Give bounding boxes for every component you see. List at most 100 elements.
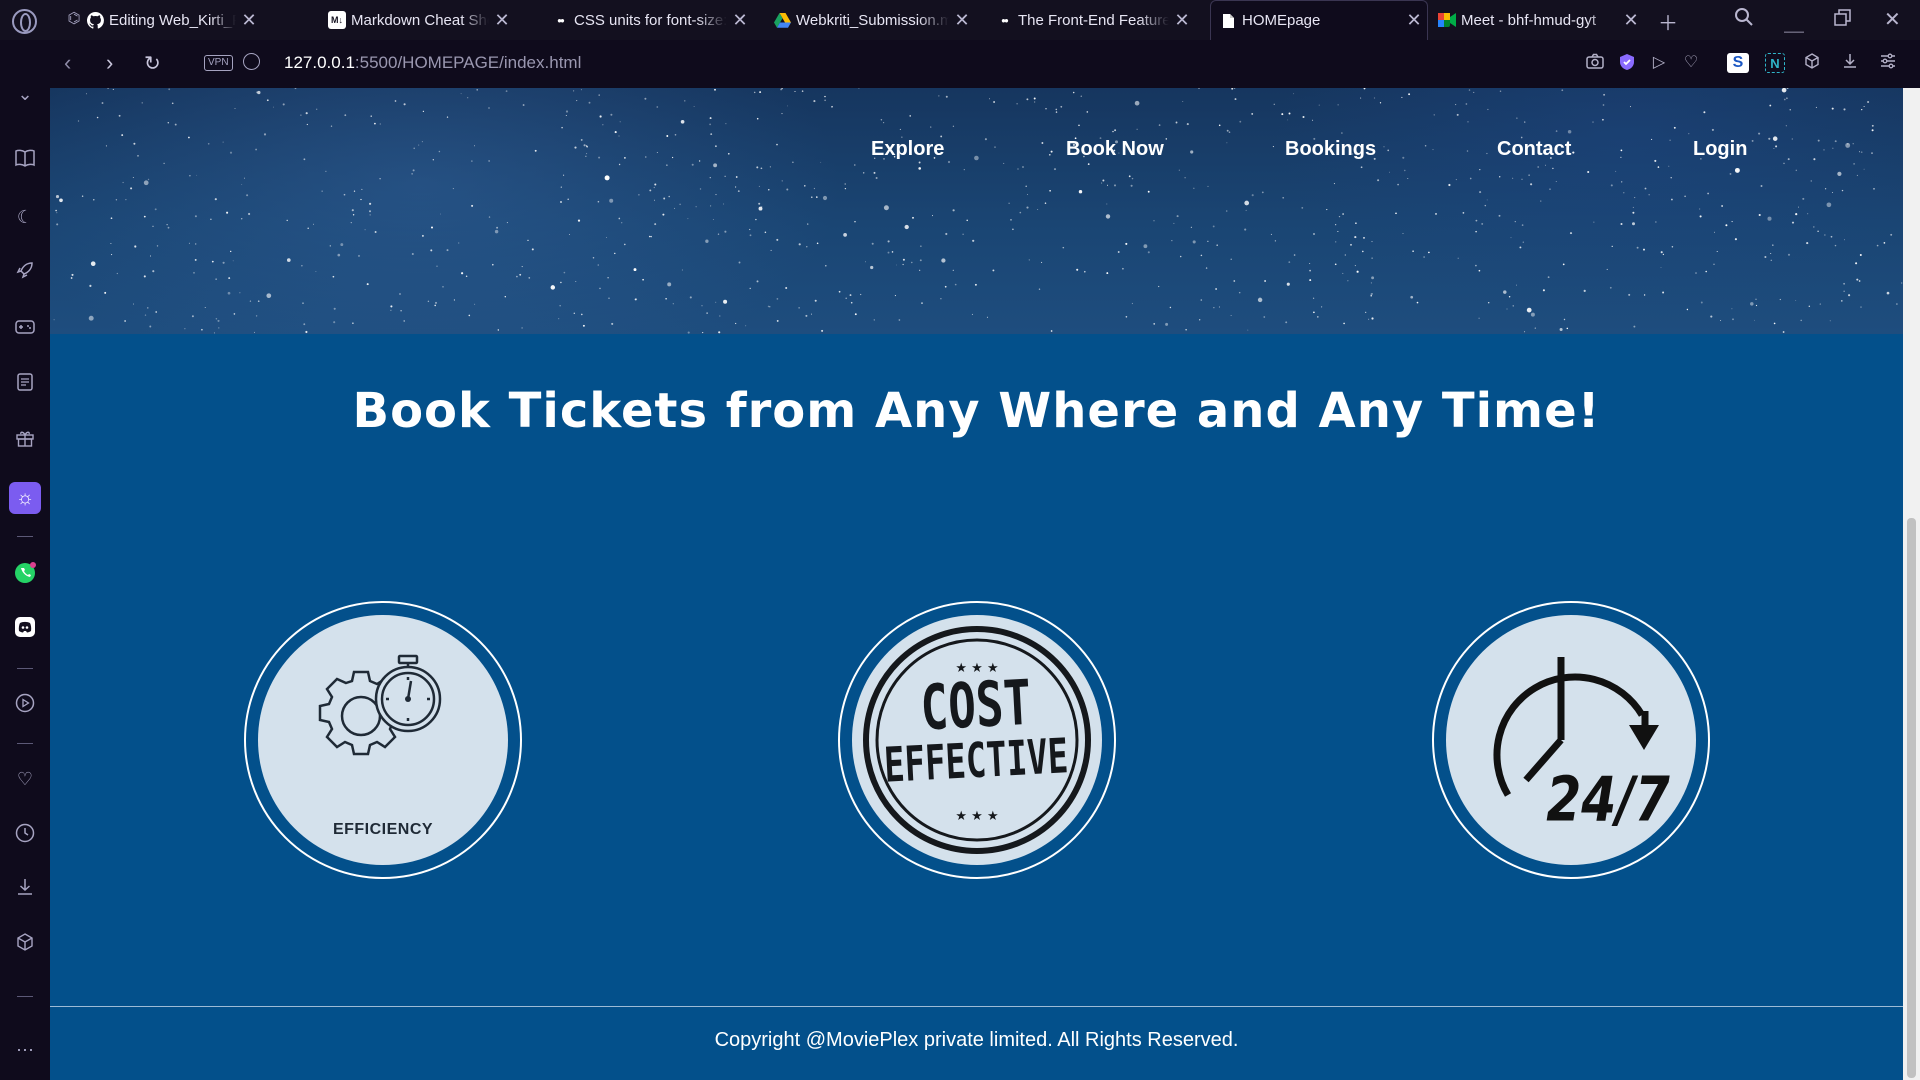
- back-icon[interactable]: ‹: [64, 50, 71, 76]
- vpn-badge[interactable]: VPN: [204, 55, 233, 71]
- star: [825, 264, 827, 267]
- close-icon[interactable]: ✕: [1618, 10, 1644, 31]
- tab-5-active[interactable]: HOMEpage ✕: [1210, 0, 1428, 40]
- close-icon[interactable]: ✕: [1169, 10, 1195, 31]
- player-play-icon[interactable]: [13, 693, 37, 717]
- aria-sun-icon[interactable]: ☼: [9, 482, 41, 514]
- star: [1592, 121, 1594, 123]
- heart-icon[interactable]: ♡: [1681, 53, 1701, 73]
- notes-icon[interactable]: [13, 373, 37, 397]
- star: [1755, 298, 1757, 300]
- heart-icon[interactable]: ♡: [13, 767, 37, 791]
- extensions-cube-icon[interactable]: [13, 933, 37, 957]
- nav-explore[interactable]: Explore: [871, 138, 944, 161]
- nav-book-now[interactable]: Book Now: [1066, 138, 1164, 161]
- star: [1247, 329, 1249, 331]
- star: [442, 286, 444, 288]
- discord-icon[interactable]: [13, 616, 37, 640]
- star: [352, 322, 354, 324]
- extension-s-icon[interactable]: S: [1727, 53, 1749, 73]
- easy-setup-icon[interactable]: [1878, 53, 1898, 73]
- tab-2[interactable]: ●● CSS units for font-size: ✕: [551, 0, 753, 40]
- star: [1890, 233, 1893, 236]
- close-window-icon[interactable]: ✕: [1884, 7, 1901, 32]
- star: [709, 123, 711, 126]
- tab-6[interactable]: Meet - bhf-hmud-gyt ✕: [1438, 0, 1644, 40]
- star: [1410, 295, 1414, 299]
- nav-contact[interactable]: Contact: [1497, 138, 1571, 161]
- star: [1808, 305, 1811, 308]
- history-clock-icon[interactable]: [13, 823, 37, 847]
- star: [1282, 196, 1285, 199]
- send-flow-icon[interactable]: ▷: [1649, 53, 1669, 73]
- star: [1786, 97, 1788, 100]
- tab-0[interactable]: Editing Web_Kirti_Proje ✕: [86, 0, 262, 40]
- nav-bookings[interactable]: Bookings: [1285, 138, 1376, 161]
- tab-3[interactable]: Webkriti_Submission.m ✕: [773, 0, 975, 40]
- adblock-shield-icon[interactable]: [1617, 53, 1637, 73]
- star: [786, 188, 789, 191]
- star: [1567, 129, 1572, 134]
- star: [77, 120, 80, 122]
- star: [1158, 124, 1161, 126]
- extensions-cube-icon[interactable]: [1802, 53, 1822, 73]
- star: [706, 312, 708, 314]
- star: [801, 90, 804, 92]
- close-icon[interactable]: ✕: [236, 10, 262, 31]
- search-tabs-icon[interactable]: [1734, 7, 1754, 33]
- restore-icon[interactable]: [1834, 9, 1852, 33]
- close-icon[interactable]: ✕: [727, 10, 753, 31]
- page-scrollbar[interactable]: [1903, 88, 1920, 1080]
- tab-4[interactable]: ●● The Front-End Features ✕: [995, 0, 1195, 40]
- gift-icon[interactable]: [13, 429, 37, 453]
- star: [111, 254, 113, 256]
- camera-snapshot-icon[interactable]: [1585, 53, 1605, 73]
- star: [806, 246, 808, 248]
- star: [1510, 237, 1512, 239]
- star: [1863, 105, 1865, 108]
- star: [1072, 91, 1075, 94]
- chevron-up-icon[interactable]: ⌄: [13, 82, 37, 106]
- star: [821, 329, 824, 332]
- star: [1802, 197, 1805, 200]
- star: [1731, 221, 1733, 223]
- star: [573, 312, 576, 315]
- star: [1670, 198, 1673, 201]
- extension-n-icon[interactable]: N: [1765, 53, 1785, 73]
- star: [1768, 137, 1771, 140]
- gamepad-workspace-icon[interactable]: ⌬: [64, 11, 84, 27]
- download-icon[interactable]: [13, 878, 37, 902]
- new-tab-plus-icon[interactable]: ＋: [1658, 7, 1678, 36]
- star: [194, 215, 197, 218]
- reload-icon[interactable]: ↻: [144, 51, 161, 76]
- close-icon[interactable]: ✕: [949, 10, 975, 31]
- url-field[interactable]: 127.0.0.1:5500/HOMEPAGE/index.html: [284, 53, 581, 73]
- star: [286, 219, 288, 222]
- star: [1499, 90, 1502, 93]
- moon-icon[interactable]: ☾: [13, 205, 37, 229]
- tab-1[interactable]: M↓ Markdown Cheat Sheet ✕: [328, 0, 515, 40]
- more-dots-icon[interactable]: ⋯: [13, 1038, 37, 1062]
- bookmarks-book-icon[interactable]: [13, 149, 37, 173]
- globe-icon[interactable]: [243, 53, 260, 70]
- star: [1416, 301, 1419, 304]
- gamepad-icon[interactable]: [13, 317, 37, 341]
- star: [1883, 242, 1886, 244]
- close-icon[interactable]: ✕: [1401, 10, 1427, 31]
- star: [610, 113, 613, 116]
- star: [1486, 152, 1488, 155]
- rocket-icon[interactable]: [13, 261, 37, 285]
- forward-icon[interactable]: ›: [106, 50, 113, 76]
- download-icon[interactable]: [1840, 53, 1860, 73]
- scrollbar-thumb[interactable]: [1907, 518, 1916, 1078]
- minimize-icon[interactable]: ＿: [1784, 7, 1804, 36]
- whatsapp-icon[interactable]: [13, 562, 37, 586]
- star: [1555, 130, 1558, 132]
- nav-login[interactable]: Login: [1693, 138, 1747, 161]
- star: [1710, 315, 1713, 318]
- close-icon[interactable]: ✕: [489, 10, 515, 31]
- star: [577, 219, 581, 222]
- star: [1025, 185, 1027, 187]
- opera-logo-icon[interactable]: [12, 9, 37, 34]
- star: [364, 229, 366, 231]
